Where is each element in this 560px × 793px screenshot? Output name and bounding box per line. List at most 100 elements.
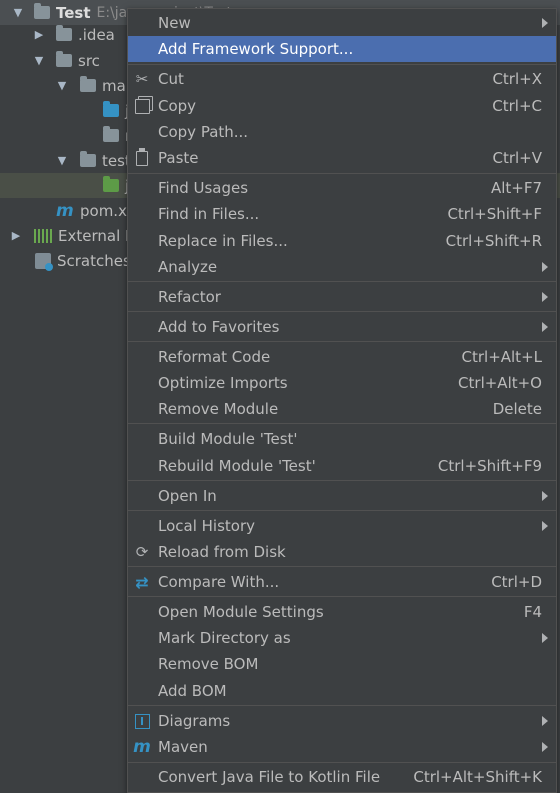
menu-item-analyze[interactable]: Analyze	[128, 254, 556, 280]
chevron-right-icon[interactable]: ▶	[10, 229, 22, 242]
chevron-down-icon[interactable]: ▼	[33, 54, 45, 67]
menu-item-add-framework-support[interactable]: Add Framework Support...	[128, 36, 556, 62]
folder-icon	[80, 76, 96, 92]
menu-item-label: Add Framework Support...	[158, 40, 354, 58]
folder-icon	[56, 51, 72, 67]
context-menu: New Add Framework Support... ✂ Cut Ctrl+…	[127, 8, 557, 793]
menu-item-label: Optimize Imports	[158, 374, 288, 392]
menu-item-optimize-imports[interactable]: Optimize Imports Ctrl+Alt+O	[128, 370, 556, 396]
menu-item-shortcut: Ctrl+C	[492, 97, 542, 115]
menu-item-label: Build Module 'Test'	[158, 430, 298, 448]
menu-item-label: Local History	[158, 517, 256, 535]
menu-item-shortcut: Ctrl+Alt+Shift+K	[413, 768, 542, 786]
menu-item-shortcut: Ctrl+D	[491, 573, 542, 591]
submenu-arrow-icon	[542, 633, 548, 643]
menu-separator	[128, 423, 556, 424]
menu-separator	[128, 705, 556, 706]
menu-item-shortcut: Ctrl+Alt+L	[461, 348, 543, 366]
menu-item-maven[interactable]: m Maven	[128, 734, 556, 760]
menu-item-label: Analyze	[158, 258, 218, 276]
menu-item-shortcut: Ctrl+Alt+O	[458, 374, 542, 392]
libraries-icon	[34, 228, 52, 243]
menu-separator	[128, 311, 556, 312]
reload-icon: ⟳	[135, 543, 149, 561]
menu-item-remove-bom[interactable]: Remove BOM	[128, 651, 556, 677]
menu-item-rebuild-module[interactable]: Rebuild Module 'Test' Ctrl+Shift+F9	[128, 453, 556, 479]
menu-item-label: Open Module Settings	[158, 603, 324, 621]
menu-item-diagrams[interactable]: Diagrams	[128, 708, 556, 734]
menu-item-label: Find in Files...	[158, 205, 260, 223]
scissors-icon: ✂	[135, 70, 149, 88]
menu-item-label: Remove Module	[158, 400, 279, 418]
chevron-right-icon[interactable]: ▶	[33, 28, 45, 41]
menu-item-copy-path[interactable]: Copy Path...	[128, 119, 556, 145]
menu-item-copy[interactable]: Copy Ctrl+C	[128, 93, 556, 119]
maven-icon: m	[56, 200, 74, 221]
menu-item-label: Find Usages	[158, 179, 249, 197]
menu-item-label: Maven	[158, 738, 208, 756]
menu-item-shortcut: F4	[523, 603, 542, 621]
menu-item-label: New	[158, 14, 191, 32]
menu-item-mark-directory-as[interactable]: Mark Directory as	[128, 625, 556, 651]
menu-item-add-to-favorites[interactable]: Add to Favorites	[128, 314, 556, 340]
menu-item-convert-to-kotlin[interactable]: Convert Java File to Kotlin File Ctrl+Al…	[128, 764, 556, 790]
folder-icon	[56, 25, 72, 41]
menu-item-find-in-files[interactable]: Find in Files... Ctrl+Shift+F	[128, 201, 556, 227]
tree-label: src	[78, 51, 100, 70]
menu-item-open-module-settings[interactable]: Open Module Settings F4	[128, 599, 556, 625]
menu-item-shortcut: Ctrl+X	[492, 70, 542, 88]
tree-label: .idea	[78, 25, 115, 44]
submenu-arrow-icon	[542, 742, 548, 752]
folder-icon	[80, 151, 96, 167]
source-folder-icon	[103, 101, 119, 117]
menu-item-shortcut: Delete	[492, 400, 542, 418]
root-name: Test	[56, 3, 91, 22]
submenu-arrow-icon	[542, 18, 548, 28]
submenu-arrow-icon	[542, 521, 548, 531]
chevron-down-icon[interactable]: ▼	[56, 154, 68, 167]
resources-folder-icon	[103, 126, 119, 142]
menu-item-label: Reformat Code	[158, 348, 271, 366]
maven-icon: m	[133, 737, 151, 757]
submenu-arrow-icon	[542, 262, 548, 272]
menu-item-label: Refactor	[158, 288, 221, 306]
menu-item-compare-with[interactable]: ⇄ Compare With... Ctrl+D	[128, 569, 556, 595]
scratches-icon	[35, 252, 53, 271]
menu-item-label: Add to Favorites	[158, 318, 280, 336]
menu-item-label: Remove BOM	[158, 655, 259, 673]
menu-item-remove-module[interactable]: Remove Module Delete	[128, 396, 556, 422]
menu-item-local-history[interactable]: Local History	[128, 513, 556, 539]
menu-separator	[128, 762, 556, 763]
menu-item-replace-in-files[interactable]: Replace in Files... Ctrl+Shift+R	[128, 228, 556, 254]
menu-item-reformat-code[interactable]: Reformat Code Ctrl+Alt+L	[128, 344, 556, 370]
menu-item-paste[interactable]: Paste Ctrl+V	[128, 145, 556, 171]
menu-item-label: Paste	[158, 149, 199, 167]
menu-item-label: Copy Path...	[158, 123, 249, 141]
menu-item-build-module[interactable]: Build Module 'Test'	[128, 426, 556, 452]
chevron-down-icon[interactable]: ▼	[56, 79, 68, 92]
menu-item-label: Cut	[158, 70, 184, 88]
menu-item-find-usages[interactable]: Find Usages Alt+F7	[128, 175, 556, 201]
menu-item-refactor[interactable]: Refactor	[128, 284, 556, 310]
menu-separator	[128, 480, 556, 481]
menu-item-cut[interactable]: ✂ Cut Ctrl+X	[128, 66, 556, 92]
module-folder-icon	[34, 3, 50, 19]
compare-icon: ⇄	[135, 572, 149, 592]
menu-item-label: Mark Directory as	[158, 629, 291, 647]
menu-item-label: Add BOM	[158, 682, 227, 700]
menu-item-label: Reload from Disk	[158, 543, 286, 561]
menu-item-reload-from-disk[interactable]: ⟳ Reload from Disk	[128, 539, 556, 565]
menu-separator	[128, 281, 556, 282]
submenu-arrow-icon	[542, 716, 548, 726]
menu-item-shortcut: Ctrl+Shift+F9	[437, 457, 542, 475]
menu-item-label: Diagrams	[158, 712, 231, 730]
test-folder-icon	[103, 176, 119, 192]
menu-item-new[interactable]: New	[128, 10, 556, 36]
menu-item-shortcut: Ctrl+Shift+R	[445, 232, 542, 250]
menu-item-open-in[interactable]: Open In	[128, 483, 556, 509]
paste-icon	[132, 147, 152, 168]
copy-icon	[132, 96, 152, 116]
menu-separator	[128, 566, 556, 567]
chevron-down-icon[interactable]: ▼	[12, 6, 24, 19]
menu-item-add-bom[interactable]: Add BOM	[128, 678, 556, 704]
